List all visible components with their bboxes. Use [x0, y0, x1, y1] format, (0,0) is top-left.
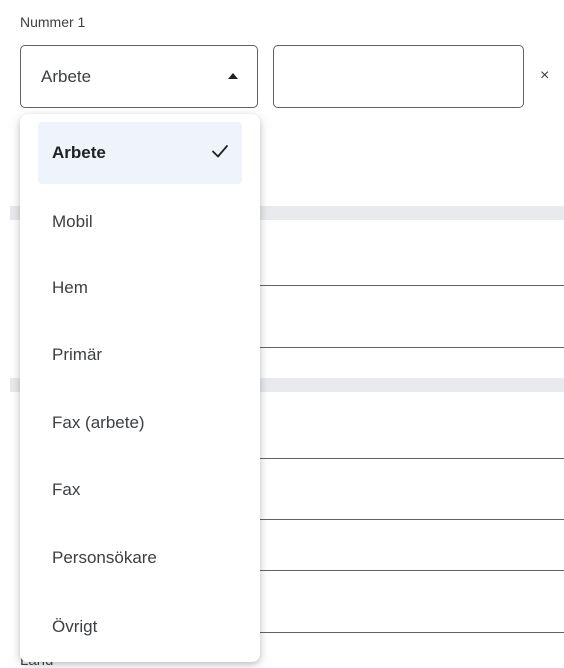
- field-underline: [260, 458, 564, 459]
- menu-item-label: Fax (arbete): [52, 413, 145, 432]
- menu-item-label: Mobil: [52, 212, 93, 231]
- phone-type-menu: Arbete Mobil Hem Primär Fax (arbete) Fax…: [20, 114, 260, 662]
- field-label: Nummer 1: [20, 14, 86, 30]
- check-icon: [212, 145, 228, 158]
- phone-type-select[interactable]: Arbete: [20, 45, 258, 108]
- menu-item-arbete[interactable]: Arbete: [38, 122, 242, 184]
- phone-type-value: Arbete: [41, 67, 92, 86]
- menu-item-label: Fax: [52, 480, 81, 499]
- menu-item-ovrigt[interactable]: Övrigt: [38, 596, 242, 658]
- field-underline: [260, 632, 564, 633]
- menu-item-fax[interactable]: Fax: [38, 459, 242, 521]
- menu-item-fax-arbete[interactable]: Fax (arbete): [38, 392, 242, 454]
- field-underline: [260, 519, 564, 520]
- menu-item-label: Personsökare: [52, 548, 157, 567]
- menu-item-label: Primär: [52, 345, 103, 364]
- field-underline: [260, 570, 564, 571]
- menu-item-personsokare[interactable]: Personsökare: [38, 527, 242, 589]
- menu-item-primar[interactable]: Primär: [38, 324, 242, 386]
- phone-number-input[interactable]: [273, 45, 524, 108]
- phone-number-editor: Nummer 1 Arbete × Land Arbete Mobil Hem …: [0, 0, 564, 668]
- menu-item-label: Övrigt: [52, 617, 98, 636]
- field-underline: [260, 285, 564, 286]
- menu-item-hem[interactable]: Hem: [38, 257, 242, 319]
- menu-item-mobil[interactable]: Mobil: [38, 191, 242, 253]
- field-underline: [260, 347, 564, 348]
- menu-item-label: Arbete: [52, 143, 106, 162]
- remove-number-button[interactable]: ×: [540, 68, 549, 84]
- menu-item-label: Hem: [52, 278, 88, 297]
- caret-up-icon: [228, 73, 238, 79]
